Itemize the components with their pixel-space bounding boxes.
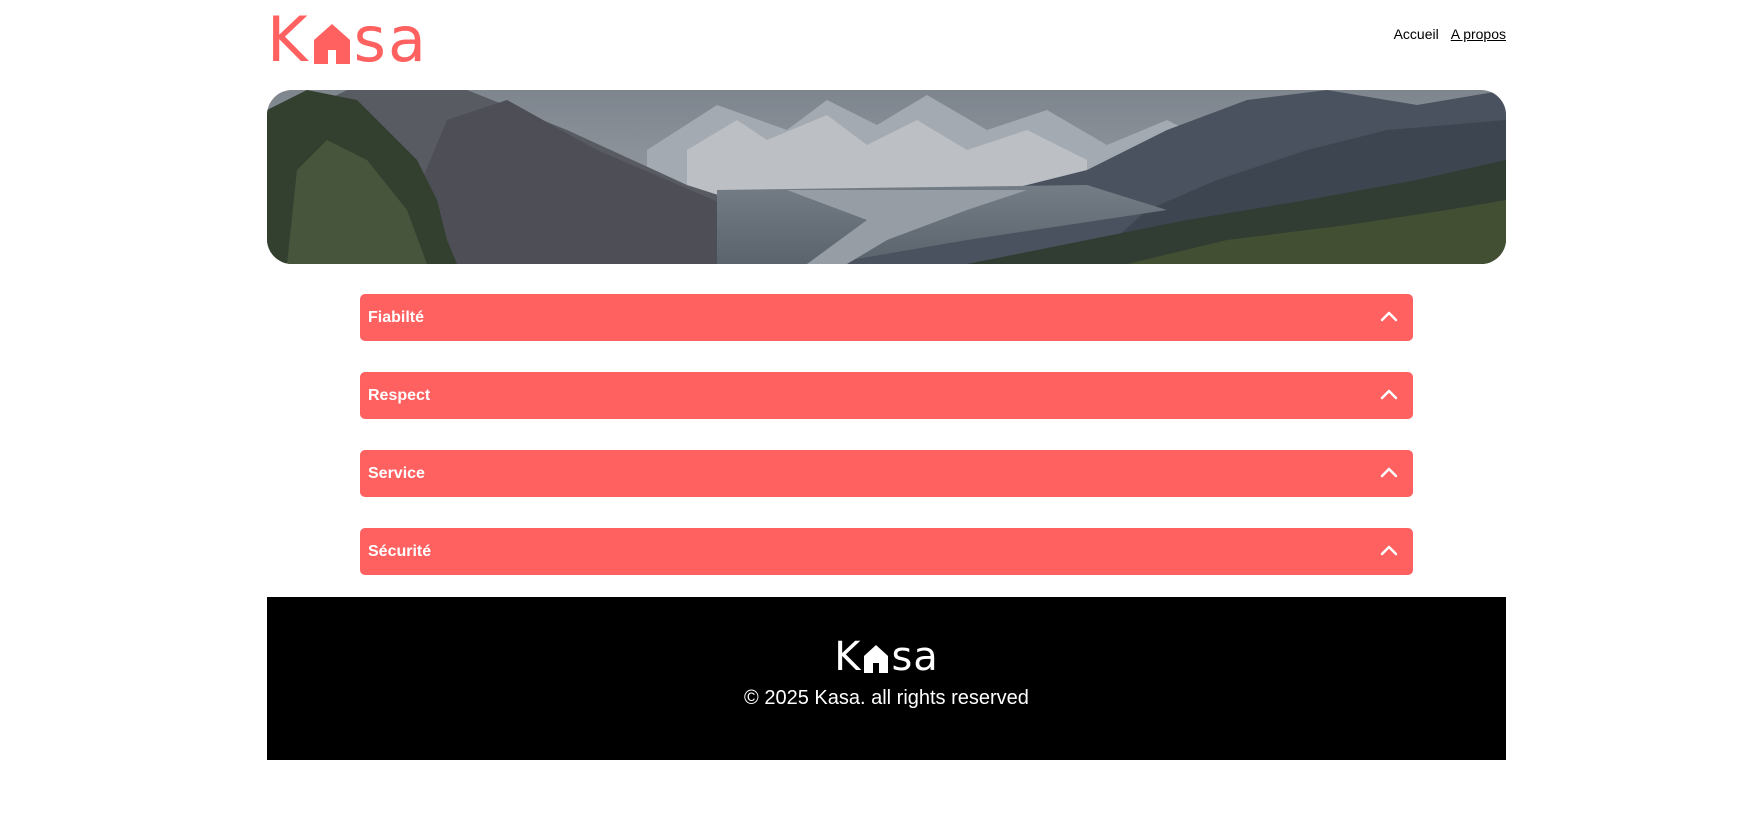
chevron-up-icon[interactable] <box>1379 307 1399 327</box>
kasa-logo[interactable]: K s a <box>267 3 428 76</box>
header: K s a Accueil A propos <box>267 3 1506 76</box>
logo-letter-a: a <box>387 3 428 76</box>
chevron-up-icon[interactable] <box>1379 541 1399 561</box>
page: K s a Accueil A propos Fiabilté Respect … <box>0 0 1755 833</box>
main-nav: Accueil A propos <box>1394 26 1506 42</box>
collapse-title: Fiabilté <box>368 309 425 326</box>
footer-logo-letter-k: K <box>834 634 862 680</box>
logo-letter-s: s <box>353 3 388 76</box>
chevron-up-icon[interactable] <box>1379 463 1399 483</box>
collapse-fiabilite[interactable]: Fiabilté <box>360 294 1413 341</box>
footer-logo: K s a <box>267 634 1506 680</box>
values-collapse-list: Fiabilté Respect Service Sécurité <box>360 294 1413 606</box>
footer: K s a © 2025 Kasa. all rights reserved <box>267 597 1506 760</box>
footer-logo-letter-s: s <box>891 634 914 680</box>
banner-image <box>267 90 1506 264</box>
nav-link-a-propos[interactable]: A propos <box>1451 26 1506 42</box>
logo-letter-k: K <box>267 3 310 76</box>
collapse-respect[interactable]: Respect <box>360 372 1413 419</box>
house-icon <box>863 639 889 675</box>
footer-logo-letter-a: a <box>913 634 939 680</box>
collapse-title: Service <box>368 465 425 482</box>
collapse-title: Sécurité <box>368 543 432 560</box>
nav-link-accueil[interactable]: Accueil <box>1394 26 1439 42</box>
collapse-title: Respect <box>368 387 431 404</box>
collapse-service[interactable]: Service <box>360 450 1413 497</box>
chevron-up-icon[interactable] <box>1379 385 1399 405</box>
copyright-text: © 2025 Kasa. all rights reserved <box>744 687 1029 709</box>
collapse-securite[interactable]: Sécurité <box>360 528 1413 575</box>
house-icon <box>312 12 352 68</box>
